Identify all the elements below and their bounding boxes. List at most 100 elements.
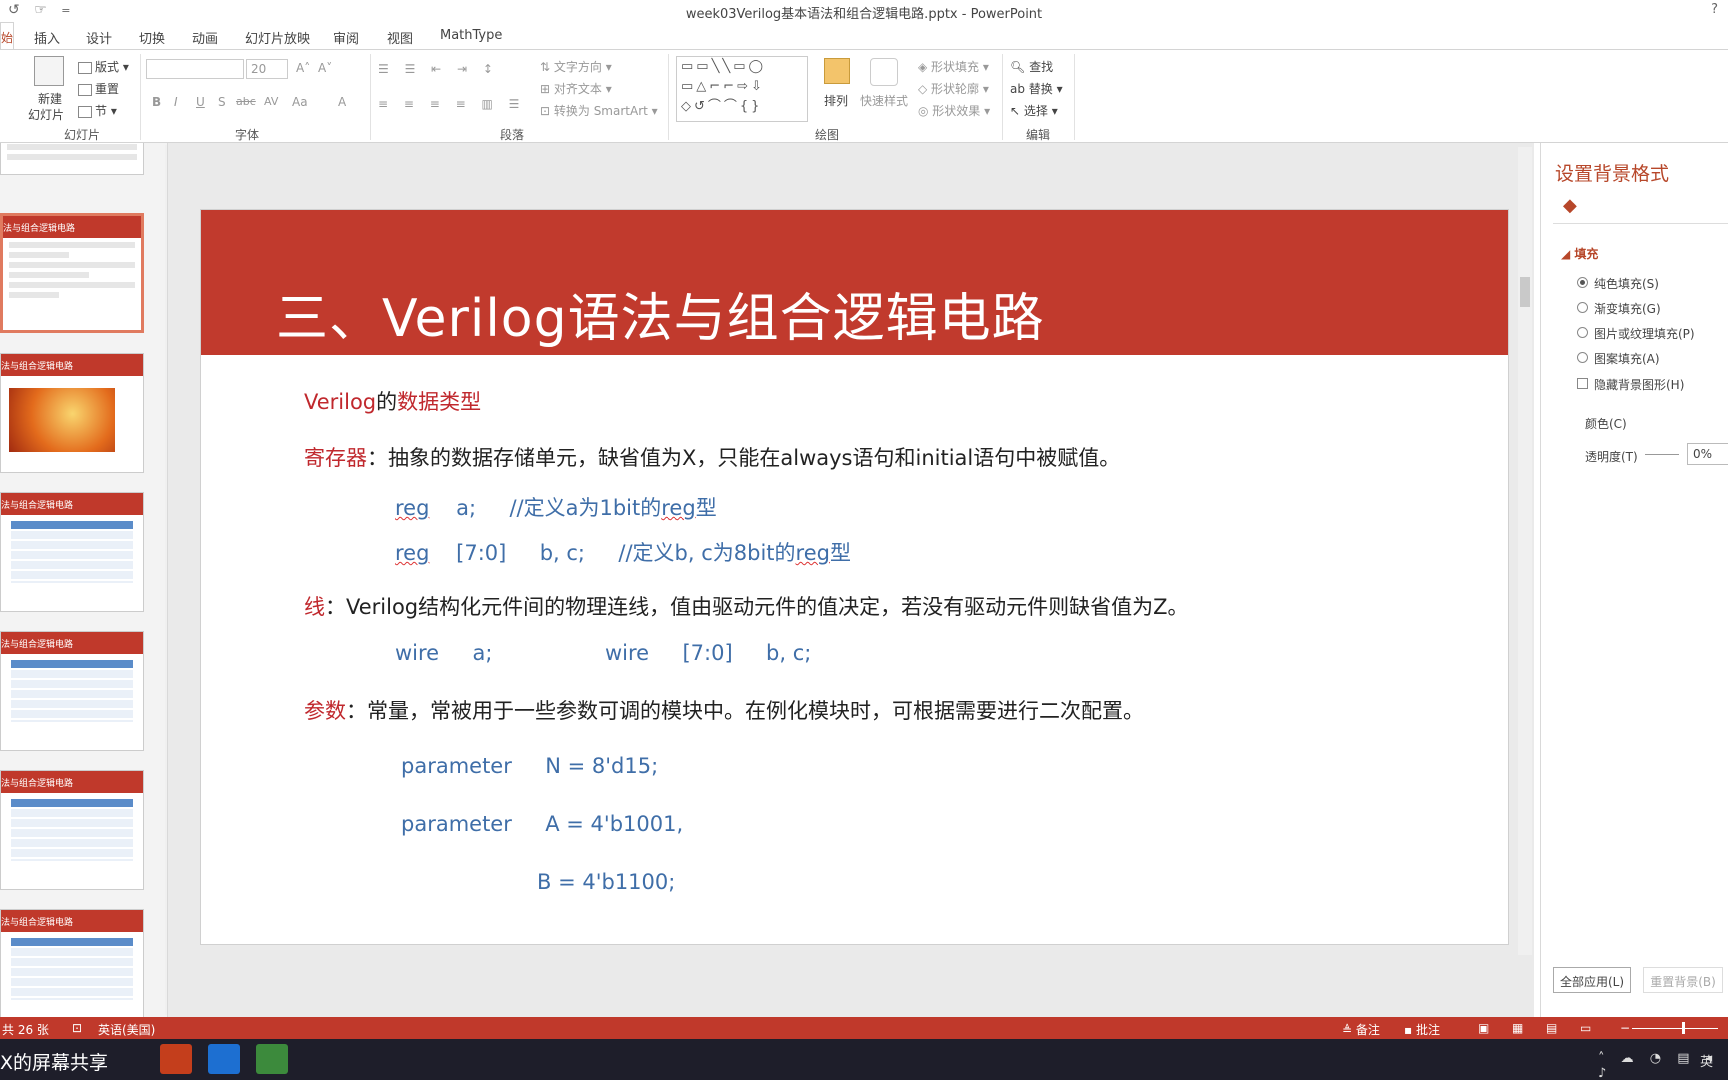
- pattern-fill-radio[interactable]: [1577, 352, 1588, 363]
- shape-outline-button[interactable]: ◇ 形状轮廓 ▾: [918, 80, 989, 97]
- reg-keyword: reg: [795, 541, 830, 565]
- slide-thumbnail[interactable]: 法与组合逻辑电路: [0, 631, 144, 751]
- tab-slideshow[interactable]: 幻灯片放映: [245, 28, 310, 47]
- slide-thumbnail[interactable]: 法与组合逻辑电路: [0, 770, 144, 890]
- param-example-3[interactable]: B = 4'b1100;: [537, 870, 675, 894]
- find-button[interactable]: 🔍︎ 查找: [1010, 58, 1053, 75]
- spellcheck-icon[interactable]: ⊡: [72, 1021, 82, 1035]
- font-name-box[interactable]: [146, 59, 244, 79]
- new-slide-label-2[interactable]: 幻灯片: [28, 106, 64, 123]
- app-taskbar-icon[interactable]: [208, 1044, 240, 1074]
- help-icon[interactable]: ?: [1711, 2, 1718, 17]
- register-line[interactable]: 寄存器：抽象的数据存储单元，缺省值为X，只能在always语句和initial语…: [304, 442, 1120, 472]
- new-slide-icon[interactable]: [34, 56, 64, 86]
- reg-example-2[interactable]: reg [7:0] b, c; //定义b, c为8bit的reg型: [395, 537, 851, 567]
- app-taskbar-icon[interactable]: [256, 1044, 288, 1074]
- zoom-out-icon[interactable]: −: [1620, 1021, 1630, 1035]
- wire-line[interactable]: 线：Verilog结构化元件间的物理连线，值由驱动元件的值决定，若没有驱动元件则…: [304, 591, 1189, 621]
- reg-example-1[interactable]: reg a; //定义a为1bit的reg型: [395, 492, 717, 522]
- picture-fill-label[interactable]: 图片或纹理填充(P): [1594, 325, 1695, 342]
- change-case-button[interactable]: Aa: [292, 95, 308, 109]
- solid-fill-radio[interactable]: [1577, 277, 1588, 288]
- slide-thumbnails-pane: 法与组合逻辑电路 法与组合逻辑电路 法与组合逻辑电路 法与组合逻辑电路 法与组合…: [0, 143, 168, 1017]
- italic-button[interactable]: I: [174, 95, 178, 109]
- wire-example-b[interactable]: wire [7:0] b, c;: [605, 641, 811, 665]
- slide-thumbnail[interactable]: [0, 143, 144, 175]
- slide-thumbnail-selected[interactable]: 法与组合逻辑电路: [0, 213, 144, 333]
- apply-all-button[interactable]: 全部应用(L): [1553, 967, 1631, 993]
- zoom-slider-thumb[interactable]: [1682, 1022, 1685, 1034]
- wire-example-a[interactable]: wire a;: [395, 641, 492, 665]
- canvas-scrollbar[interactable]: [1518, 147, 1532, 955]
- bold-button[interactable]: B: [152, 95, 161, 109]
- char-spacing-button[interactable]: AV: [264, 95, 278, 108]
- slideshow-view-icon[interactable]: ▭: [1580, 1021, 1591, 1035]
- reset-background-button[interactable]: 重置背景(B): [1643, 967, 1723, 993]
- replace-button[interactable]: ab 替换 ▾: [1010, 80, 1063, 97]
- arrange-icon[interactable]: [824, 58, 850, 84]
- pattern-fill-label[interactable]: 图案填充(A): [1594, 350, 1660, 367]
- tab-review[interactable]: 审阅: [333, 28, 359, 47]
- reset-button[interactable]: 重置: [78, 80, 119, 97]
- shapes-gallery[interactable]: ▭▭╲╲▭◯ ▭△⌐⌐⇨⇩ ◇↺⌒⌒{}: [676, 56, 808, 122]
- tab-animations[interactable]: 动画: [192, 28, 218, 47]
- font-color-button[interactable]: A: [338, 95, 346, 109]
- tab-view[interactable]: 视图: [387, 28, 413, 47]
- powerpoint-taskbar-icon[interactable]: [160, 1044, 192, 1074]
- sorter-view-icon[interactable]: ▦: [1512, 1021, 1523, 1035]
- tab-transitions[interactable]: 切换: [139, 28, 165, 47]
- align-text-button[interactable]: ⊞ 对齐文本 ▾: [540, 80, 612, 97]
- align-buttons[interactable]: ≡ ≡ ≡ ≡ ▥ ☰: [378, 97, 525, 111]
- transparency-slider[interactable]: [1645, 454, 1679, 455]
- new-slide-label[interactable]: 新建: [38, 90, 62, 107]
- list-buttons[interactable]: ☰ ☰ ⇤ ⇥ ↕: [378, 62, 499, 76]
- param-line[interactable]: 参数：常量，常被用于一些参数可调的模块中。在例化模块时，可根据需要进行二次配置。: [304, 695, 1144, 725]
- zoom-slider[interactable]: [1632, 1028, 1718, 1029]
- transparency-input[interactable]: 0%: [1687, 443, 1728, 465]
- param-example-1[interactable]: parameter N = 8'd15;: [401, 754, 658, 778]
- fill-section-header[interactable]: ◢ 填充: [1561, 245, 1598, 262]
- slide-thumbnail[interactable]: 法与组合逻辑电路: [0, 353, 144, 473]
- select-button[interactable]: ↖ 选择 ▾: [1010, 102, 1058, 119]
- strikethrough-button[interactable]: abc: [236, 95, 256, 108]
- slide-title[interactable]: 三、Verilog语法与组合逻辑电路: [276, 276, 1045, 351]
- underline-button[interactable]: U: [196, 95, 205, 109]
- hide-background-checkbox[interactable]: [1577, 378, 1588, 389]
- shape-effect-button[interactable]: ◎ 形状效果 ▾: [918, 102, 990, 119]
- param-example-2[interactable]: parameter A = 4'b1001,: [401, 812, 683, 836]
- solid-fill-label[interactable]: 纯色填充(S): [1594, 275, 1659, 292]
- normal-view-icon[interactable]: ▣: [1478, 1021, 1489, 1035]
- notes-button[interactable]: ≜ 备注: [1342, 1021, 1380, 1038]
- tab-mathtype[interactable]: MathType: [440, 28, 502, 43]
- hide-background-label[interactable]: 隐藏背景图形(H): [1594, 376, 1684, 393]
- heading-data-types[interactable]: Verilog的数据类型: [304, 386, 481, 416]
- language-status[interactable]: 英语(美国): [98, 1021, 155, 1038]
- comments-button[interactable]: ▪ 批注: [1404, 1021, 1440, 1038]
- font-size-box[interactable]: 20: [246, 59, 288, 79]
- slide[interactable]: 三、Verilog语法与组合逻辑电路 Verilog的数据类型 寄存器：抽象的数…: [200, 209, 1509, 945]
- shape-fill-button[interactable]: ◈ 形状填充 ▾: [918, 58, 989, 75]
- tab-insert[interactable]: 插入: [34, 28, 60, 47]
- tab-home[interactable]: 始: [0, 22, 14, 49]
- ime-indicator[interactable]: 英: [1700, 1051, 1713, 1070]
- wire-label: 线: [304, 595, 325, 619]
- quick-styles-label[interactable]: 快速样式: [860, 92, 908, 109]
- fill-bucket-icon[interactable]: ◆: [1563, 195, 1577, 216]
- reading-view-icon[interactable]: ▤: [1546, 1021, 1557, 1035]
- scroll-thumb[interactable]: [1520, 277, 1530, 307]
- shrink-font-button[interactable]: A˅: [318, 61, 332, 75]
- shadow-button[interactable]: S: [218, 95, 226, 109]
- slide-thumbnail[interactable]: 法与组合逻辑电路: [0, 909, 144, 1017]
- arrange-label[interactable]: 排列: [824, 92, 848, 109]
- layout-button[interactable]: 版式 ▾: [78, 58, 129, 75]
- picture-fill-radio[interactable]: [1577, 327, 1588, 338]
- tab-design[interactable]: 设计: [86, 28, 112, 47]
- section-button[interactable]: 节 ▾: [78, 102, 117, 119]
- text-direction-button[interactable]: ⇅ 文字方向 ▾: [540, 58, 612, 75]
- gradient-fill-radio[interactable]: [1577, 302, 1588, 313]
- gradient-fill-label[interactable]: 渐变填充(G): [1594, 300, 1661, 317]
- grow-font-button[interactable]: A˄: [296, 61, 310, 75]
- quick-styles-icon[interactable]: [870, 58, 898, 86]
- slide-thumbnail[interactable]: 法与组合逻辑电路: [0, 492, 144, 612]
- smartart-button[interactable]: ⊡ 转换为 SmartArt ▾: [540, 102, 658, 119]
